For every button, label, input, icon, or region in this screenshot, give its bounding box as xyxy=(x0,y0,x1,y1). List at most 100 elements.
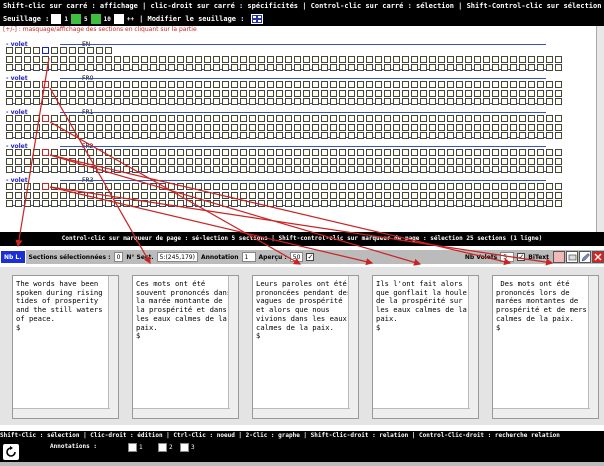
section-square[interactable] xyxy=(555,124,562,131)
section-square[interactable] xyxy=(69,192,76,199)
section-square[interactable] xyxy=(528,81,535,88)
section-square[interactable] xyxy=(411,149,418,156)
section-square[interactable] xyxy=(231,200,238,207)
section-square[interactable] xyxy=(141,64,148,71)
section-square[interactable] xyxy=(348,90,355,97)
section-square[interactable] xyxy=(15,183,22,190)
section-square[interactable] xyxy=(195,56,202,63)
text-panel[interactable]: Leurs paroles ont été prononcées pendant… xyxy=(252,275,359,419)
section-square[interactable] xyxy=(240,183,247,190)
section-square[interactable] xyxy=(285,115,292,122)
section-square[interactable] xyxy=(420,158,427,165)
section-square[interactable] xyxy=(384,124,391,131)
section-square[interactable] xyxy=(402,64,409,71)
section-square[interactable] xyxy=(168,90,175,97)
section-square[interactable] xyxy=(6,192,13,199)
section-square[interactable] xyxy=(411,132,418,139)
section-square[interactable] xyxy=(357,124,364,131)
section-square[interactable] xyxy=(501,158,508,165)
section-square[interactable] xyxy=(114,183,121,190)
section-square[interactable] xyxy=(105,132,112,139)
section-square[interactable] xyxy=(258,158,265,165)
section-square[interactable] xyxy=(231,56,238,63)
section-square[interactable] xyxy=(546,56,553,63)
section-square[interactable] xyxy=(78,158,85,165)
section-square[interactable] xyxy=(339,183,346,190)
section-square[interactable] xyxy=(132,200,139,207)
section-square[interactable] xyxy=(123,183,130,190)
section-square[interactable] xyxy=(69,200,76,207)
section-square[interactable] xyxy=(519,56,526,63)
section-square[interactable] xyxy=(546,166,553,173)
section-square[interactable] xyxy=(510,132,517,139)
section-square[interactable] xyxy=(528,124,535,131)
section-square[interactable] xyxy=(330,149,337,156)
apercu-checkbox[interactable]: ✓ xyxy=(306,253,315,261)
section-square[interactable] xyxy=(420,115,427,122)
section-square[interactable] xyxy=(321,115,328,122)
section-square[interactable] xyxy=(528,98,535,105)
section-square[interactable] xyxy=(60,158,67,165)
section-square[interactable] xyxy=(474,166,481,173)
section-square[interactable] xyxy=(285,200,292,207)
section-square[interactable] xyxy=(420,149,427,156)
section-square[interactable] xyxy=(456,90,463,97)
threshold-swatch-green-2[interactable] xyxy=(90,14,101,24)
section-square[interactable] xyxy=(114,124,121,131)
section-square[interactable] xyxy=(294,200,301,207)
panel-scrollbar[interactable] xyxy=(348,276,358,418)
section-square[interactable] xyxy=(447,200,454,207)
section-square[interactable] xyxy=(204,149,211,156)
section-square[interactable] xyxy=(60,56,67,63)
panel-scrollbar[interactable] xyxy=(228,276,238,418)
section-square[interactable] xyxy=(186,98,193,105)
section-square[interactable] xyxy=(429,200,436,207)
section-square[interactable] xyxy=(546,192,553,199)
section-square[interactable] xyxy=(42,98,49,105)
section-square[interactable] xyxy=(519,98,526,105)
section-square[interactable] xyxy=(294,81,301,88)
section-square[interactable] xyxy=(465,166,472,173)
section-square[interactable] xyxy=(276,166,283,173)
section-square[interactable] xyxy=(186,64,193,71)
section-square[interactable] xyxy=(438,81,445,88)
section-square[interactable] xyxy=(483,115,490,122)
section-square[interactable] xyxy=(186,56,193,63)
section-square[interactable] xyxy=(78,132,85,139)
section-square[interactable] xyxy=(159,56,166,63)
section-square[interactable] xyxy=(123,98,130,105)
section-square[interactable] xyxy=(24,81,31,88)
section-square[interactable] xyxy=(312,166,319,173)
section-square[interactable] xyxy=(411,124,418,131)
section-square[interactable] xyxy=(303,166,310,173)
section-square[interactable] xyxy=(78,124,85,131)
section-square[interactable] xyxy=(150,200,157,207)
section-square[interactable] xyxy=(231,115,238,122)
section-square[interactable] xyxy=(465,56,472,63)
threshold-swatch-white[interactable] xyxy=(51,14,62,24)
eraser-icon[interactable] xyxy=(566,251,578,263)
section-square[interactable] xyxy=(438,183,445,190)
section-square[interactable] xyxy=(78,47,85,54)
panel-hscrollbar[interactable] xyxy=(253,408,350,418)
section-square[interactable] xyxy=(519,132,526,139)
section-square[interactable] xyxy=(213,98,220,105)
section-square[interactable] xyxy=(510,183,517,190)
section-square[interactable] xyxy=(393,98,400,105)
section-square[interactable] xyxy=(249,200,256,207)
section-square[interactable] xyxy=(420,183,427,190)
section-square[interactable] xyxy=(240,115,247,122)
section-square[interactable] xyxy=(474,158,481,165)
section-square[interactable] xyxy=(51,200,58,207)
section-square[interactable] xyxy=(492,149,499,156)
section-square[interactable] xyxy=(204,124,211,131)
section-square[interactable] xyxy=(510,90,517,97)
section-square[interactable] xyxy=(249,166,256,173)
section-square[interactable] xyxy=(393,124,400,131)
annotation-option-1[interactable]: 1 xyxy=(128,443,143,452)
section-square[interactable] xyxy=(159,98,166,105)
section-square[interactable] xyxy=(402,132,409,139)
section-square[interactable] xyxy=(195,200,202,207)
section-square[interactable] xyxy=(456,124,463,131)
section-square[interactable] xyxy=(276,124,283,131)
